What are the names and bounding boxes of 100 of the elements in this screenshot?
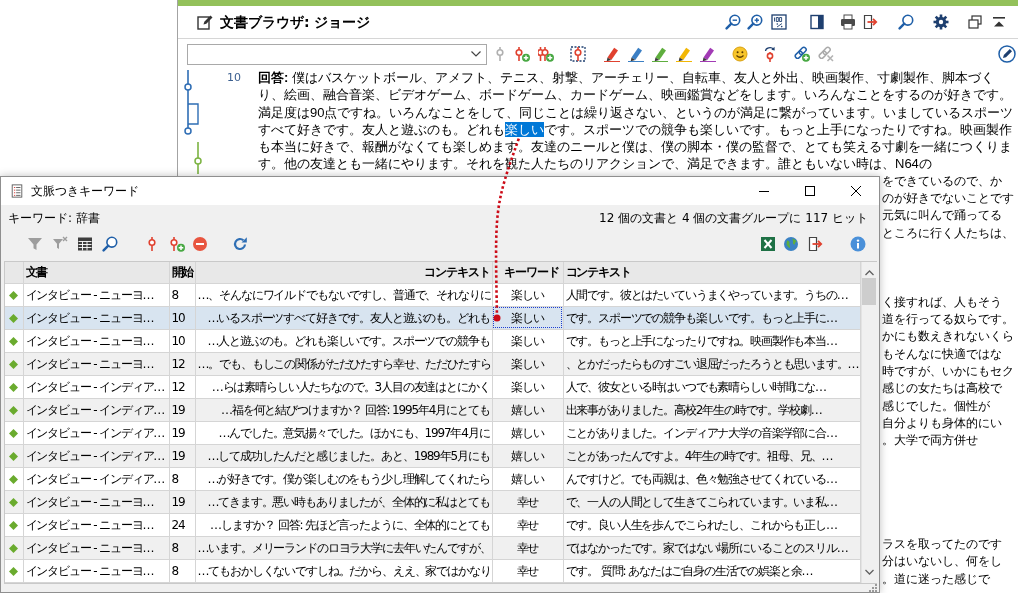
export-icon[interactable] [862,14,878,30]
context-cell: です。 質問: あなたはご自身の生活での娯楽と余… [563,559,860,582]
highlighter-icon[interactable] [676,46,692,62]
context-cell: …。でも、もしこの関係がただひたすら幸せ、ただひたすら [195,352,492,375]
highlighter-icon[interactable] [700,46,716,62]
zoom-out-icon[interactable] [725,14,741,30]
search-icon[interactable] [102,236,118,252]
column-header[interactable]: コンテキスト [195,262,492,283]
print-icon[interactable] [840,14,856,30]
result-row[interactable]: インタビュー - ニューヨ… 19 …てきます。悪い時もありましたが、全体的に私はとても 幸せ で、一人の人間として生きてこられています。いま私… [5,490,860,513]
search-icon[interactable] [898,14,914,30]
scroll-up-icon[interactable] [864,270,874,276]
hit-count: 12 個の文書と 4 個の文書グループに 117 ヒット [599,210,868,227]
context-cell: …福を何と結びつけますか？ 回答: 1995年4月にとても [195,398,492,421]
result-row[interactable]: インタビュー - ニューヨ… 24 …しますか？ 回答: 先ほど言ったように、全体的にとても 幸せ です。良い人生を歩んでこられたし、これからも正し… [5,513,860,536]
resize-grip-icon[interactable] [869,583,877,592]
diamond-icon [9,543,19,553]
document-cell: インタビュー - ニューヨ… [23,329,169,352]
document-cell: インタビュー - ニューヨ… [23,306,169,329]
result-row[interactable]: インタビュー - ニューヨ… 8 …います。メリーランドのロヨラ大学に去年いたんですが、 幸せ ではなかったです。家ではない場所にいることのスリル… [5,536,860,559]
grid-icon[interactable] [77,236,93,252]
refresh-icon[interactable] [232,236,248,252]
scrollbar-thumb[interactable] [862,278,876,305]
keyword-cell: 楽しい [492,306,563,329]
panel-icon[interactable] [809,14,825,30]
globe-icon[interactable] [783,236,799,252]
start-cell: 24 [169,513,195,536]
diamond-icon [9,474,19,484]
double-pin-plus-icon[interactable] [538,46,554,62]
result-row[interactable]: インタビュー - インディア… 19 …福を何と結びつけますか？ 回答: 1995年4月にとても 嬉しい 出来事がありました。高校2年生の時です。学校劇… [5,398,860,421]
keyword-cell: 楽しい [492,329,563,352]
maximize-icon [805,186,815,196]
context-cell: です。スポーツでの競争も楽しいです。もっと上手に… [563,306,860,329]
pin-arrow-icon[interactable] [762,46,778,62]
context-cell: 人間です。彼とはたいていうまくやっています。うちの… [563,283,860,306]
pin-frame-icon[interactable] [570,46,586,62]
zoom-in-icon[interactable] [747,14,763,30]
document-cell: インタビュー - ニューヨ… [23,283,169,306]
scroll-down-icon[interactable] [864,568,874,575]
text-fragment: 自分よりも身体的にい [882,414,1002,432]
context-cell: です。もっと上手になったりですね。映画製作も本当… [563,329,860,352]
result-row[interactable]: インタビュー - ニューヨ… 12 …。でも、もしこの関係がただひたすら幸せ、ただひたすら 楽しい 、とかだったらものすごい退屈だったろうとも思います。… [5,352,860,375]
context-cell: ことがありました。インディアナ大学の音楽学部に合… [563,421,860,444]
window-title: 文脈つきキーワード [31,183,139,200]
spreadsheet-icon[interactable] [760,236,776,252]
start-cell: 8 [169,536,195,559]
context-cell: …てきます。悪い時もありましたが、全体的に私はとても [195,490,492,513]
column-header[interactable]: コンテキスト [563,262,860,283]
text-fragment: ラスを取ってたのです [882,536,1002,554]
list-icon [10,183,24,199]
pin-plus-icon[interactable] [514,46,530,62]
smiley-icon[interactable] [732,46,748,62]
keyword-cell: 嬉しい [492,421,563,444]
column-header[interactable]: 開始 [169,262,195,283]
highlighter-icon[interactable] [652,46,668,62]
result-row[interactable]: インタビュー - インディア… 8 …が好きです。僕が楽しむのをもう少し理解してくれたら 嬉しい んですけど。でも両親は、色々勉強させてくれている… [5,467,860,490]
edit-icon [197,14,213,30]
result-row[interactable]: インタビュー - インディア… 19 …して成功したんだと感じました。あと、1989年5月にも 嬉しい ことがあったんですよ。4年生の時です。祖母、兄、… [5,444,860,467]
context-cell: …いるスポーツすべて好きです。友人と遊ぶのも。どれも [195,306,492,329]
column-header[interactable]: 文書 [23,262,169,283]
window-title: 文書ブラウザ: ジョージ [220,12,371,32]
keyword-cell: 嬉しい [492,444,563,467]
pin-plus-icon[interactable] [169,236,185,252]
restore-icon[interactable] [967,14,983,30]
text-fragment: 元気に叫んで踊ってる [882,207,1002,225]
pencil-icon[interactable] [998,45,1016,63]
close-icon [851,186,861,196]
keyword-cell: 幸せ [492,490,563,513]
context-cell: …んでした。意気揚々でした。ほかにも、1997年4月に [195,421,492,444]
text-fragment: 時ですが、いかにもセク [882,363,1014,381]
context-cell: …人と遊ぶのも。どれも楽しいです。スポーツでの競争も [195,329,492,352]
context-cell: んですけど。でも両親は、色々勉強させてくれている… [563,467,860,490]
context-cell: …しますか？ 回答: 先ほど言ったように、全体的にとても [195,513,492,536]
document-cell: インタビュー - ニューヨ… [23,536,169,559]
column-header[interactable]: キーワード [492,262,563,283]
zoom-reset-icon[interactable] [771,14,787,30]
result-row[interactable]: インタビュー - ニューヨ… 10 …人と遊ぶのも。どれも楽しいです。スポーツでの競争も 楽しい です。もっと上手になったりですね。映画製作も本当… [5,329,860,352]
result-row[interactable]: インタビュー - ニューヨ… 8 …てもおかしくないですしね。だから、ええ、家ではかなり 幸せ です。 質問: あなたはご自身の生活での娯楽と余… [5,559,860,582]
info-icon[interactable] [850,236,866,252]
result-row[interactable]: インタビュー - インディア… 12 …らは素晴らしい人たちなので。3人目の友達はとにかく 楽しい 人で、彼女といる時はいつでも素晴らしい時間にな… [5,375,860,398]
paragraph-number: 10 [226,70,241,86]
context-cell: …らは素晴らしい人たちなので。3人目の友達はとにかく [195,375,492,398]
keyword-label: キーワード: 辞書 [8,210,100,227]
context-cell: ことがあったんですよ。4年生の時です。祖母、兄、… [563,444,860,467]
document-cell: インタビュー - インディア… [23,421,169,444]
highlighter-icon[interactable] [628,46,644,62]
settings-icon[interactable] [933,14,949,30]
keyword-cell: 楽しい [492,352,563,375]
result-row[interactable]: インタビュー - インディア… 19 …んでした。意気揚々でした。ほかにも、1997年4月に 嬉しい ことがありました。インディアナ大学の音楽学部に合… [5,421,860,444]
link-plus-icon[interactable] [794,46,810,62]
diamond-icon [9,566,19,576]
highlighter-icon[interactable] [604,46,620,62]
collapse-icon[interactable] [991,14,1007,30]
diamond-icon [9,313,19,323]
export-icon[interactable] [807,236,823,252]
result-row[interactable]: インタビュー - ニューヨ… 10 …いるスポーツすべて好きです。友人と遊ぶのも。どれも 楽しい です。スポーツでの競争も楽しいです。もっと上手に… [5,306,860,329]
result-row[interactable]: インタビュー - ニューヨ… 8 …、そんなにワイルドでもないですし、普通で、それなりに 楽しい 人間です。彼とはたいていうまくやっています。うちの… [5,283,860,306]
minus-circle-icon[interactable] [192,236,208,252]
document-cell: インタビュー - ニューヨ… [23,490,169,513]
text-fragment: 。大学で両方併せ [882,432,978,450]
